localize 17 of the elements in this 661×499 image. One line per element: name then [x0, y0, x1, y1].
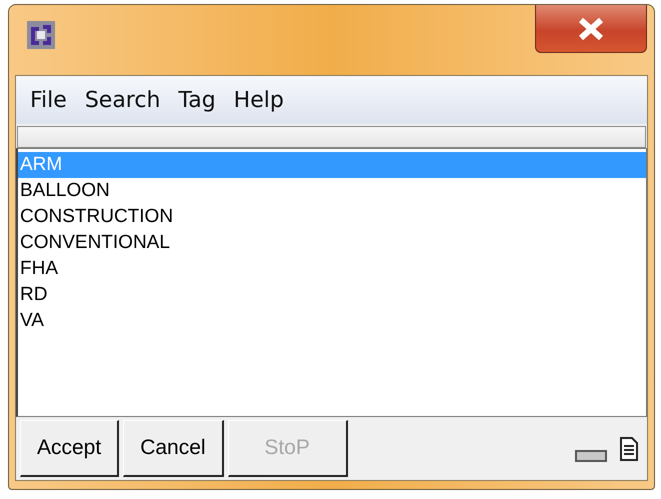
dialog-button[interactable]: Cancel [123, 420, 224, 477]
list-item[interactable]: CONVENTIONAL [18, 230, 646, 256]
list-item[interactable]: FHA [18, 256, 646, 282]
menu-item[interactable]: Search [84, 88, 160, 112]
list-item[interactable]: RD [18, 282, 646, 308]
menu-item[interactable]: Tag [178, 88, 216, 112]
minimize-icon[interactable] [575, 450, 607, 462]
menu-item[interactable]: File [30, 88, 67, 112]
list-item[interactable]: VA [18, 308, 646, 334]
dialog-button[interactable]: Accept [20, 420, 120, 477]
app-logo-icon [27, 21, 55, 49]
column-header[interactable] [17, 126, 646, 148]
close-button[interactable] [535, 5, 647, 53]
menu-item[interactable]: Help [234, 88, 284, 112]
list-item[interactable]: CONSTRUCTION [18, 204, 646, 230]
document-icon[interactable] [619, 436, 639, 460]
list-item[interactable]: BALLOON [18, 178, 646, 204]
